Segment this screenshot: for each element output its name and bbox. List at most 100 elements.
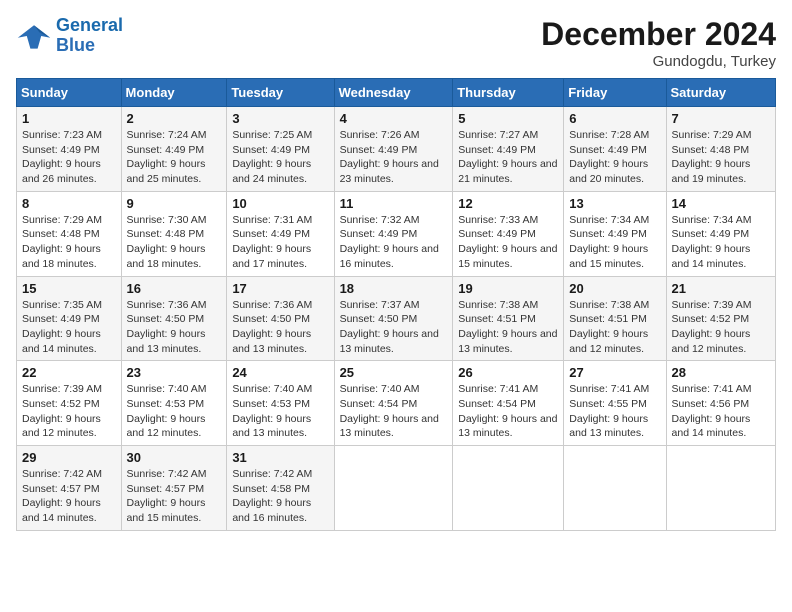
day-number: 24	[232, 365, 328, 380]
day-number: 14	[672, 196, 770, 211]
weekday-header: Sunday	[17, 79, 122, 107]
calendar-cell	[564, 446, 666, 531]
calendar-cell: 28 Sunrise: 7:41 AM Sunset: 4:56 PM Dayl…	[666, 361, 775, 446]
calendar-cell: 7 Sunrise: 7:29 AM Sunset: 4:48 PM Dayli…	[666, 107, 775, 192]
day-info: Sunrise: 7:24 AM Sunset: 4:49 PM Dayligh…	[127, 128, 222, 187]
day-number: 26	[458, 365, 558, 380]
calendar-week-row: 22 Sunrise: 7:39 AM Sunset: 4:52 PM Dayl…	[17, 361, 776, 446]
day-info: Sunrise: 7:42 AM Sunset: 4:58 PM Dayligh…	[232, 467, 328, 526]
calendar-cell: 5 Sunrise: 7:27 AM Sunset: 4:49 PM Dayli…	[453, 107, 564, 192]
day-number: 25	[340, 365, 448, 380]
day-info: Sunrise: 7:34 AM Sunset: 4:49 PM Dayligh…	[569, 213, 660, 272]
day-number: 28	[672, 365, 770, 380]
calendar-cell: 27 Sunrise: 7:41 AM Sunset: 4:55 PM Dayl…	[564, 361, 666, 446]
calendar-cell: 25 Sunrise: 7:40 AM Sunset: 4:54 PM Dayl…	[334, 361, 453, 446]
calendar-cell: 21 Sunrise: 7:39 AM Sunset: 4:52 PM Dayl…	[666, 276, 775, 361]
day-info: Sunrise: 7:29 AM Sunset: 4:48 PM Dayligh…	[672, 128, 770, 187]
day-number: 21	[672, 281, 770, 296]
calendar-cell: 16 Sunrise: 7:36 AM Sunset: 4:50 PM Dayl…	[121, 276, 227, 361]
weekday-header: Wednesday	[334, 79, 453, 107]
day-number: 6	[569, 111, 660, 126]
logo-text: General Blue	[56, 16, 123, 56]
day-info: Sunrise: 7:25 AM Sunset: 4:49 PM Dayligh…	[232, 128, 328, 187]
calendar-cell: 15 Sunrise: 7:35 AM Sunset: 4:49 PM Dayl…	[17, 276, 122, 361]
day-info: Sunrise: 7:41 AM Sunset: 4:56 PM Dayligh…	[672, 382, 770, 441]
calendar-week-row: 15 Sunrise: 7:35 AM Sunset: 4:49 PM Dayl…	[17, 276, 776, 361]
calendar-cell: 10 Sunrise: 7:31 AM Sunset: 4:49 PM Dayl…	[227, 191, 334, 276]
day-info: Sunrise: 7:38 AM Sunset: 4:51 PM Dayligh…	[569, 298, 660, 357]
day-number: 9	[127, 196, 222, 211]
day-info: Sunrise: 7:41 AM Sunset: 4:55 PM Dayligh…	[569, 382, 660, 441]
calendar-cell: 9 Sunrise: 7:30 AM Sunset: 4:48 PM Dayli…	[121, 191, 227, 276]
day-number: 20	[569, 281, 660, 296]
day-number: 23	[127, 365, 222, 380]
logo-icon	[16, 18, 52, 54]
calendar-cell: 6 Sunrise: 7:28 AM Sunset: 4:49 PM Dayli…	[564, 107, 666, 192]
day-number: 8	[22, 196, 116, 211]
calendar-cell: 17 Sunrise: 7:36 AM Sunset: 4:50 PM Dayl…	[227, 276, 334, 361]
day-number: 29	[22, 450, 116, 465]
day-number: 27	[569, 365, 660, 380]
day-number: 2	[127, 111, 222, 126]
calendar-week-row: 29 Sunrise: 7:42 AM Sunset: 4:57 PM Dayl…	[17, 446, 776, 531]
day-number: 7	[672, 111, 770, 126]
logo: General Blue	[16, 16, 123, 56]
calendar-cell	[453, 446, 564, 531]
day-info: Sunrise: 7:37 AM Sunset: 4:50 PM Dayligh…	[340, 298, 448, 357]
day-info: Sunrise: 7:40 AM Sunset: 4:54 PM Dayligh…	[340, 382, 448, 441]
day-number: 30	[127, 450, 222, 465]
weekday-header: Thursday	[453, 79, 564, 107]
day-number: 5	[458, 111, 558, 126]
weekday-header: Tuesday	[227, 79, 334, 107]
calendar-week-row: 1 Sunrise: 7:23 AM Sunset: 4:49 PM Dayli…	[17, 107, 776, 192]
month-title: December 2024	[541, 16, 776, 53]
calendar-cell: 19 Sunrise: 7:38 AM Sunset: 4:51 PM Dayl…	[453, 276, 564, 361]
calendar-cell: 3 Sunrise: 7:25 AM Sunset: 4:49 PM Dayli…	[227, 107, 334, 192]
calendar-cell: 24 Sunrise: 7:40 AM Sunset: 4:53 PM Dayl…	[227, 361, 334, 446]
day-info: Sunrise: 7:34 AM Sunset: 4:49 PM Dayligh…	[672, 213, 770, 272]
weekday-header: Saturday	[666, 79, 775, 107]
day-info: Sunrise: 7:41 AM Sunset: 4:54 PM Dayligh…	[458, 382, 558, 441]
day-number: 17	[232, 281, 328, 296]
weekday-header-row: SundayMondayTuesdayWednesdayThursdayFrid…	[17, 79, 776, 107]
calendar-cell: 1 Sunrise: 7:23 AM Sunset: 4:49 PM Dayli…	[17, 107, 122, 192]
day-number: 10	[232, 196, 328, 211]
day-info: Sunrise: 7:35 AM Sunset: 4:49 PM Dayligh…	[22, 298, 116, 357]
calendar-cell: 18 Sunrise: 7:37 AM Sunset: 4:50 PM Dayl…	[334, 276, 453, 361]
calendar-cell: 11 Sunrise: 7:32 AM Sunset: 4:49 PM Dayl…	[334, 191, 453, 276]
day-info: Sunrise: 7:32 AM Sunset: 4:49 PM Dayligh…	[340, 213, 448, 272]
day-info: Sunrise: 7:42 AM Sunset: 4:57 PM Dayligh…	[22, 467, 116, 526]
calendar-cell: 22 Sunrise: 7:39 AM Sunset: 4:52 PM Dayl…	[17, 361, 122, 446]
day-number: 15	[22, 281, 116, 296]
calendar-cell: 14 Sunrise: 7:34 AM Sunset: 4:49 PM Dayl…	[666, 191, 775, 276]
day-info: Sunrise: 7:39 AM Sunset: 4:52 PM Dayligh…	[672, 298, 770, 357]
day-info: Sunrise: 7:31 AM Sunset: 4:49 PM Dayligh…	[232, 213, 328, 272]
day-info: Sunrise: 7:33 AM Sunset: 4:49 PM Dayligh…	[458, 213, 558, 272]
calendar-cell: 2 Sunrise: 7:24 AM Sunset: 4:49 PM Dayli…	[121, 107, 227, 192]
calendar-cell: 4 Sunrise: 7:26 AM Sunset: 4:49 PM Dayli…	[334, 107, 453, 192]
day-number: 12	[458, 196, 558, 211]
calendar-cell: 26 Sunrise: 7:41 AM Sunset: 4:54 PM Dayl…	[453, 361, 564, 446]
calendar-cell	[334, 446, 453, 531]
day-number: 18	[340, 281, 448, 296]
calendar-cell: 13 Sunrise: 7:34 AM Sunset: 4:49 PM Dayl…	[564, 191, 666, 276]
day-info: Sunrise: 7:36 AM Sunset: 4:50 PM Dayligh…	[232, 298, 328, 357]
day-number: 13	[569, 196, 660, 211]
page-header: General Blue December 2024 Gundogdu, Tur…	[16, 16, 776, 70]
day-info: Sunrise: 7:26 AM Sunset: 4:49 PM Dayligh…	[340, 128, 448, 187]
day-info: Sunrise: 7:29 AM Sunset: 4:48 PM Dayligh…	[22, 213, 116, 272]
weekday-header: Friday	[564, 79, 666, 107]
calendar-cell: 23 Sunrise: 7:40 AM Sunset: 4:53 PM Dayl…	[121, 361, 227, 446]
day-number: 16	[127, 281, 222, 296]
calendar-table: SundayMondayTuesdayWednesdayThursdayFrid…	[16, 78, 776, 531]
day-info: Sunrise: 7:42 AM Sunset: 4:57 PM Dayligh…	[127, 467, 222, 526]
day-number: 22	[22, 365, 116, 380]
day-number: 11	[340, 196, 448, 211]
calendar-cell	[666, 446, 775, 531]
day-number: 31	[232, 450, 328, 465]
calendar-cell: 8 Sunrise: 7:29 AM Sunset: 4:48 PM Dayli…	[17, 191, 122, 276]
location: Gundogdu, Turkey	[541, 53, 776, 70]
day-info: Sunrise: 7:27 AM Sunset: 4:49 PM Dayligh…	[458, 128, 558, 187]
day-info: Sunrise: 7:28 AM Sunset: 4:49 PM Dayligh…	[569, 128, 660, 187]
day-number: 4	[340, 111, 448, 126]
